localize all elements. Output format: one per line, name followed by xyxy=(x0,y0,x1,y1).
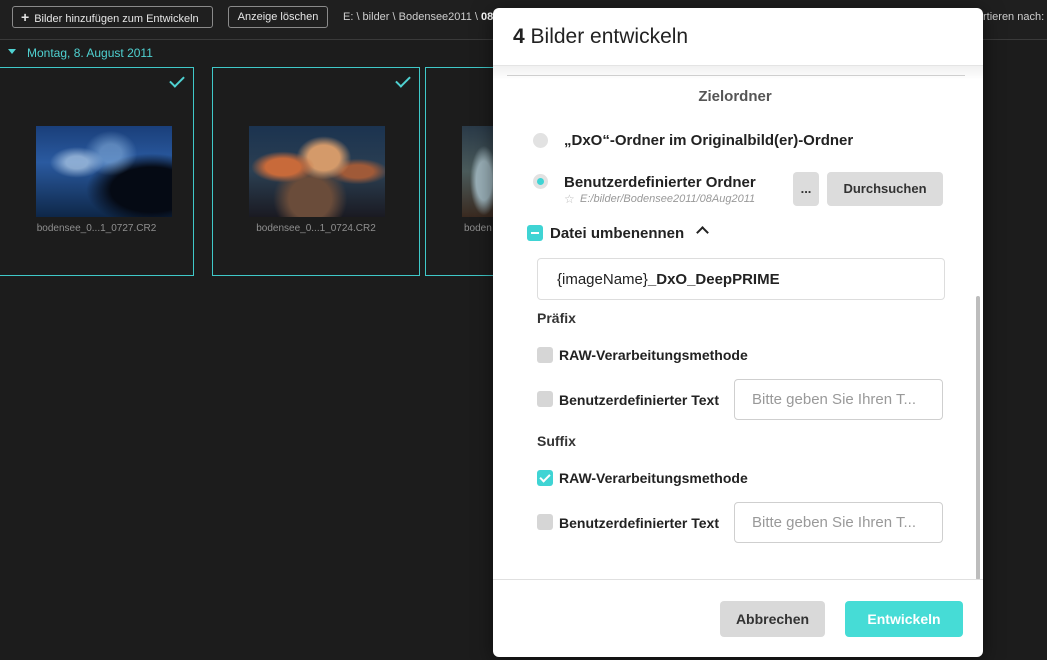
add-images-button[interactable]: + Bilder hinzufügen zum Entwickeln xyxy=(12,6,213,28)
dxo-folder-label[interactable]: „DxO“-Ordner im Originalbild(er)-Ordner xyxy=(564,132,853,149)
date-label: Montag, 8. August 2011 xyxy=(27,46,153,60)
thumbnail-card[interactable]: bodensee_0...1_0727.CR2 xyxy=(0,67,194,276)
suffix-custom-checkbox[interactable] xyxy=(537,514,553,530)
browse-button[interactable]: Durchsuchen xyxy=(827,172,943,206)
prefix-custom-checkbox[interactable] xyxy=(537,391,553,407)
custom-folder-label[interactable]: Benutzerdefinierter Ordner xyxy=(564,174,756,191)
suffix-raw-label[interactable]: RAW-Verarbeitungsmethode xyxy=(559,470,748,486)
suffix-raw-checkbox[interactable] xyxy=(537,470,553,486)
dialog-scrollbar[interactable] xyxy=(976,296,980,580)
pattern-suffix: _DxO_DeepPRIME xyxy=(647,271,780,288)
prefix-custom-label[interactable]: Benutzerdefinierter Text xyxy=(559,392,719,408)
prefix-raw-checkbox[interactable] xyxy=(537,347,553,363)
prefix-title: Präfix xyxy=(537,310,576,326)
rename-toggle-checkbox[interactable] xyxy=(527,225,543,241)
destination-folder-title: Zielordner xyxy=(698,88,772,105)
clear-display-button[interactable]: Anzeige löschen xyxy=(228,6,328,28)
dxo-folder-radio[interactable] xyxy=(533,133,548,148)
image-count: 4 xyxy=(513,25,525,48)
chevron-up-icon[interactable] xyxy=(696,226,709,239)
breadcrumb[interactable]: E: \ bilder \ Bodensee2011 \ 08A xyxy=(343,11,501,23)
suffix-title: Suffix xyxy=(537,433,576,449)
section-divider xyxy=(507,75,965,76)
ellipsis-button[interactable]: ... xyxy=(793,172,819,206)
prefix-custom-input[interactable] xyxy=(734,379,943,420)
thumbnail-filename: bodensee_0...1_0727.CR2 xyxy=(36,223,157,234)
sort-label[interactable]: rtieren nach: xyxy=(983,11,1044,23)
add-images-label: Bilder hinzufügen zum Entwickeln xyxy=(34,13,199,25)
scroll-shadow xyxy=(493,66,983,80)
custom-folder-radio[interactable] xyxy=(533,174,548,189)
cancel-button[interactable]: Abbrechen xyxy=(720,601,825,637)
pattern-token: {imageName} xyxy=(557,271,648,288)
suffix-custom-label[interactable]: Benutzerdefinierter Text xyxy=(559,515,719,531)
dialog-title: 4 Bilder entwickeln xyxy=(513,25,688,49)
thumbnail-image xyxy=(36,126,172,217)
develop-images-dialog: 4 Bilder entwickeln Zielordner „DxO“-Ord… xyxy=(493,8,983,657)
breadcrumb-path: E: \ bilder \ Bodensee2011 \ xyxy=(343,11,478,23)
plus-icon: + xyxy=(21,9,30,25)
footer-divider xyxy=(493,579,983,580)
prefix-raw-label[interactable]: RAW-Verarbeitungsmethode xyxy=(559,347,748,363)
thumbnail-filename: bodensee_0...1_0724.CR2 xyxy=(256,223,376,234)
suffix-custom-input[interactable] xyxy=(734,502,943,543)
checkmark-icon xyxy=(395,72,411,88)
dialog-title-text: Bilder entwickeln xyxy=(530,25,689,48)
develop-button[interactable]: Entwickeln xyxy=(845,601,963,637)
filename-pattern-field[interactable]: {imageName}_DxO_DeepPRIME xyxy=(537,258,945,300)
custom-folder-path: E:/bilder/Bodensee2011/08Aug2011 xyxy=(580,193,756,205)
rename-file-label[interactable]: Datei umbenennen xyxy=(550,225,684,242)
star-icon[interactable]: ☆ xyxy=(564,192,575,206)
thumbnail-image xyxy=(249,126,385,217)
thumbnail-card[interactable]: bodensee_0...1_0724.CR2 xyxy=(212,67,420,276)
checkmark-icon xyxy=(169,72,185,88)
collapse-triangle-icon[interactable] xyxy=(8,49,16,54)
